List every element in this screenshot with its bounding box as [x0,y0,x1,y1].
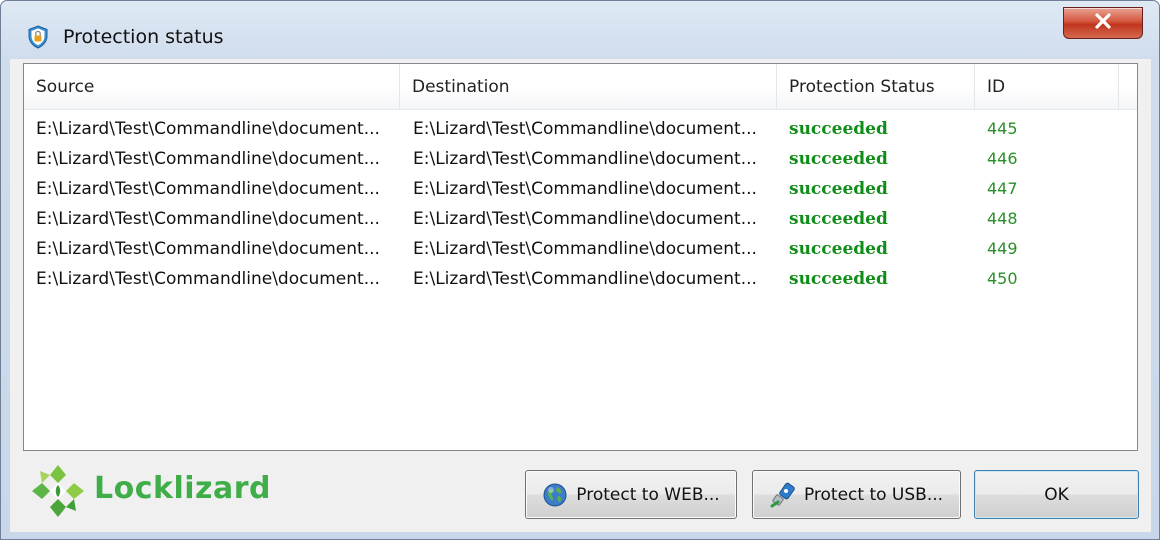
window-title: Protection status [63,26,224,48]
globe-icon [542,482,568,508]
row-status: succeeded [789,209,888,229]
table-row[interactable]: E:\Lizard\Test\Commandline\document... E… [24,144,1137,174]
row-source: E:\Lizard\Test\Commandline\document... [36,269,380,289]
protect-to-web-button[interactable]: Protect to WEB... [525,470,737,519]
table-row[interactable]: E:\Lizard\Test\Commandline\document... E… [24,264,1137,294]
row-status: succeeded [789,269,888,289]
protect-to-usb-button[interactable]: Protect to USB... [752,470,961,519]
row-id: 447 [987,179,1018,198]
column-header-id[interactable]: ID [975,64,1119,110]
ok-button[interactable]: OK [974,470,1139,519]
row-status: succeeded [789,179,888,199]
row-status: succeeded [789,239,888,259]
locklizard-logo: Locklizard [28,459,272,525]
shield-lock-icon [27,25,49,49]
protect-to-usb-label: Protect to USB... [803,484,944,505]
dialog-client-area: Source Destination Protection Status ID … [10,59,1151,532]
row-destination: E:\Lizard\Test\Commandline\document... [413,209,757,229]
column-header-source[interactable]: Source [24,64,400,110]
row-source: E:\Lizard\Test\Commandline\document... [36,179,380,199]
table-row[interactable]: E:\Lizard\Test\Commandline\document... E… [24,174,1137,204]
column-header-protection-status[interactable]: Protection Status [777,64,975,110]
table-row[interactable]: E:\Lizard\Test\Commandline\document... E… [24,234,1137,264]
protection-status-window: Protection status Source Destination Pro… [0,0,1160,540]
column-header-destination[interactable]: Destination [400,64,777,110]
row-source: E:\Lizard\Test\Commandline\document... [36,149,380,169]
list-header: Source Destination Protection Status ID [24,64,1137,110]
row-destination: E:\Lizard\Test\Commandline\document... [413,119,757,139]
row-source: E:\Lizard\Test\Commandline\document... [36,239,380,259]
usb-icon [770,482,796,508]
locklizard-logo-text: Locklizard [94,471,272,506]
list-rows: E:\Lizard\Test\Commandline\document... E… [24,114,1137,294]
column-header-filler [1119,64,1137,110]
row-destination: E:\Lizard\Test\Commandline\document... [413,269,757,289]
row-status: succeeded [789,149,888,169]
title-bar[interactable]: Protection status [1,1,1159,59]
row-destination: E:\Lizard\Test\Commandline\document... [413,239,757,259]
protect-to-web-label: Protect to WEB... [576,484,720,505]
close-button[interactable] [1063,7,1143,39]
row-id: 450 [987,269,1018,288]
locklizard-logo-icon [28,461,88,525]
row-source: E:\Lizard\Test\Commandline\document... [36,209,380,229]
row-id: 446 [987,149,1018,168]
table-row[interactable]: E:\Lizard\Test\Commandline\document... E… [24,114,1137,144]
close-icon [1094,13,1112,33]
row-source: E:\Lizard\Test\Commandline\document... [36,119,380,139]
row-destination: E:\Lizard\Test\Commandline\document... [413,179,757,199]
ok-label: OK [1044,484,1069,505]
protection-status-list[interactable]: Source Destination Protection Status ID … [23,63,1138,451]
row-id: 449 [987,239,1018,258]
row-destination: E:\Lizard\Test\Commandline\document... [413,149,757,169]
table-row[interactable]: E:\Lizard\Test\Commandline\document... E… [24,204,1137,234]
row-id: 448 [987,209,1018,228]
row-status: succeeded [789,119,888,139]
row-id: 445 [987,119,1018,138]
